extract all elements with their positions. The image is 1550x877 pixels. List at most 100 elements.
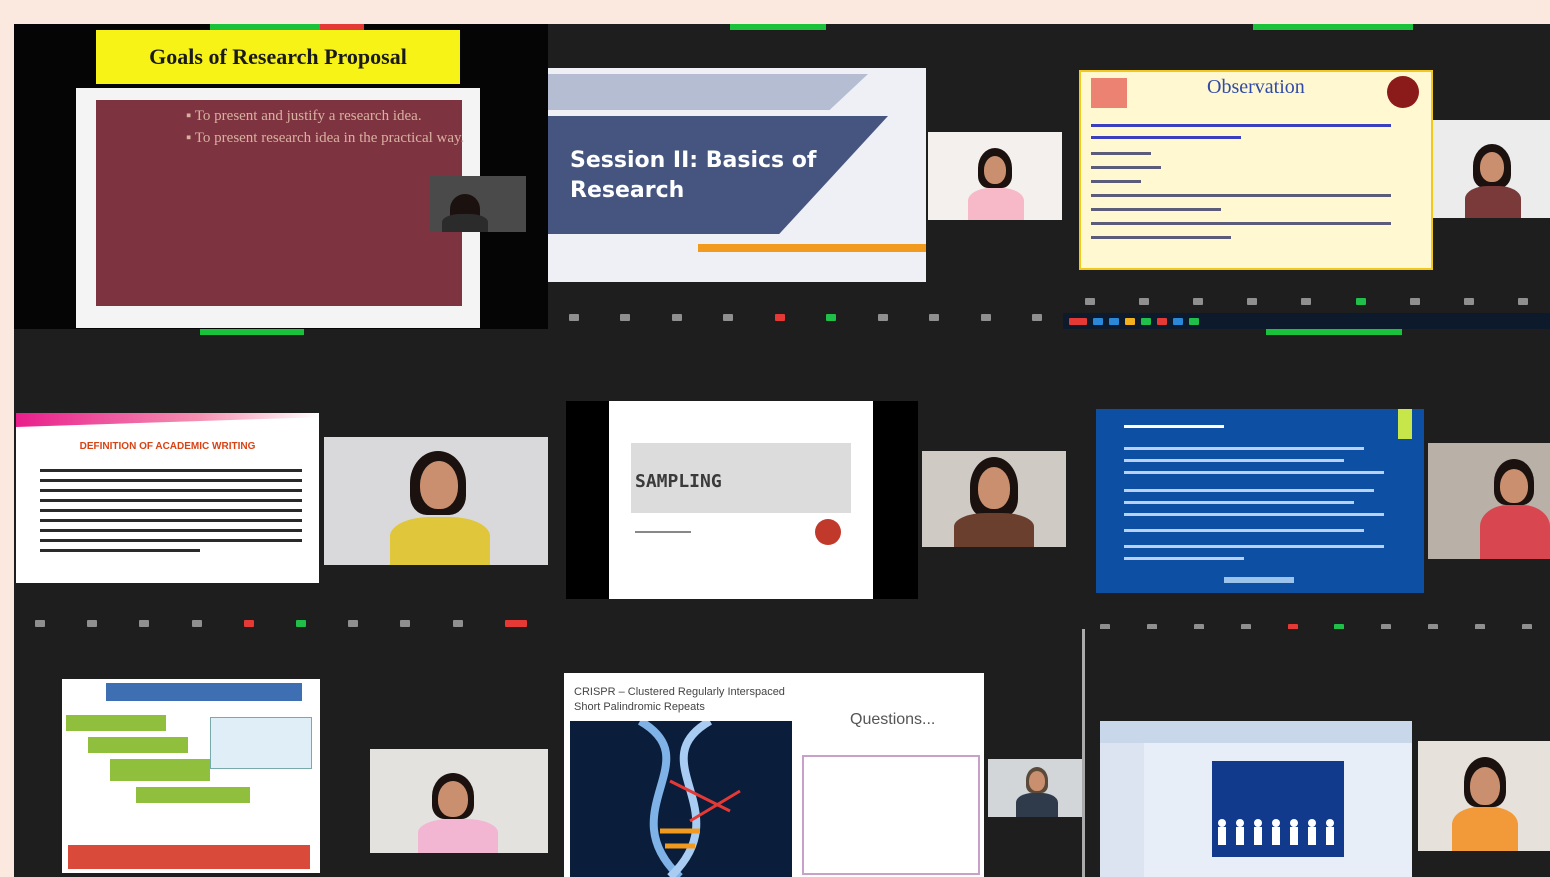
slide-title: Goals of Research Proposal <box>96 30 460 84</box>
slide-text-line <box>40 549 200 552</box>
tile-research-flowchart <box>14 629 548 877</box>
taskbar-app-icon[interactable] <box>1093 317 1103 325</box>
flowchart-box <box>110 759 210 781</box>
participant-body <box>442 214 488 232</box>
security-icon[interactable] <box>1193 297 1204 305</box>
participant-face <box>1029 771 1045 791</box>
slide-text-line <box>1091 180 1141 183</box>
participant-video-thumbnail[interactable] <box>430 176 526 232</box>
apps-icon[interactable] <box>1517 297 1528 305</box>
slide-text-line <box>1091 208 1221 211</box>
questions-box <box>802 755 980 875</box>
security-icon[interactable] <box>671 313 682 321</box>
flowchart-box <box>88 737 188 753</box>
taskbar-app-icon[interactable] <box>1157 317 1167 325</box>
tile-session-basics-of-research: Session II: Basics of Research <box>548 24 1063 329</box>
share-screen-icon[interactable] <box>1355 297 1366 305</box>
flowchart-box <box>136 787 250 803</box>
tile-sampling: SAMPLING <box>548 329 1082 629</box>
slide-logo-left <box>1091 78 1127 108</box>
apps-icon[interactable] <box>452 619 463 627</box>
record-icon[interactable] <box>348 619 359 627</box>
meeting-top-bar <box>548 24 1063 38</box>
record-icon[interactable] <box>1409 297 1420 305</box>
tile-field-research <box>1082 629 1550 877</box>
reactions-icon[interactable] <box>1463 297 1474 305</box>
participant-video[interactable] <box>1418 741 1550 851</box>
slide-text-line <box>40 509 302 512</box>
security-icon[interactable] <box>139 619 150 627</box>
chat-icon[interactable] <box>774 313 785 321</box>
slide-bullet: ▪ To present research idea in the practi… <box>186 130 465 146</box>
dna-image <box>570 717 792 877</box>
participant-body <box>1465 186 1521 218</box>
tile-questionnaire <box>1082 329 1550 629</box>
slide-text-line <box>40 499 302 502</box>
meeting-toolbar <box>548 307 1063 327</box>
slide-title: CRISPR – Clustered Regularly Interspaced… <box>574 686 785 713</box>
participant-video[interactable] <box>1428 443 1550 559</box>
slide-title-bar <box>106 683 302 701</box>
participant-body <box>1480 505 1550 559</box>
slide-bullet: ▪ To present and justify a research idea… <box>186 108 422 124</box>
shared-slide: Observation <box>1079 70 1433 270</box>
shared-slide: Session II: Basics of Research <box>548 68 926 282</box>
slide-text-line <box>1091 136 1241 139</box>
share-screen-icon[interactable] <box>296 619 307 627</box>
mic-icon[interactable] <box>35 619 46 627</box>
taskbar-app-icon[interactable] <box>1109 317 1119 325</box>
slide-text-line <box>40 529 302 532</box>
people-chain-icon <box>1218 819 1334 845</box>
slide-title: Session II: Basics of Research <box>570 148 817 203</box>
slide-header-decoration <box>16 413 319 427</box>
taskbar-app-icon[interactable] <box>1141 317 1151 325</box>
reactions-icon[interactable] <box>400 619 411 627</box>
slide-accent-bar <box>698 244 926 252</box>
slide-heading-line <box>1124 425 1224 428</box>
participant-video-thumbnail[interactable] <box>928 132 1062 220</box>
slide-text-line <box>40 519 302 522</box>
participant-video[interactable] <box>370 749 548 853</box>
end-button[interactable] <box>504 619 527 627</box>
share-screen-icon[interactable] <box>826 313 837 321</box>
flowchart-box <box>66 715 166 731</box>
chat-icon[interactable] <box>1301 297 1312 305</box>
slide-text-line <box>1124 489 1374 492</box>
video-icon[interactable] <box>620 313 631 321</box>
slide-decoration-dot <box>815 519 841 545</box>
questions-label: Questions... <box>850 711 936 728</box>
video-conference-grid: Goals of Research Proposal ▪ To present … <box>14 24 1550 877</box>
participant-video-thumbnail[interactable] <box>988 759 1082 817</box>
apps-icon[interactable] <box>980 313 991 321</box>
flowchart-options-list <box>210 717 312 769</box>
sharing-indicator-bar <box>730 24 826 30</box>
slide-text-line <box>1124 529 1364 532</box>
taskbar-app-icon[interactable] <box>1189 317 1199 325</box>
slide-title: SAMPLING <box>635 471 722 492</box>
slide-text-line <box>1091 166 1161 169</box>
record-icon[interactable] <box>877 313 888 321</box>
participant-body <box>1452 807 1518 851</box>
participant-video-thumbnail[interactable] <box>1433 120 1550 218</box>
video-icon[interactable] <box>1139 297 1150 305</box>
mic-icon[interactable] <box>568 313 579 321</box>
taskbar-app-icon[interactable] <box>1173 317 1183 325</box>
participants-icon[interactable] <box>191 619 202 627</box>
participant-video[interactable] <box>922 451 1066 547</box>
more-icon[interactable] <box>1032 313 1043 321</box>
participant-video[interactable] <box>324 437 548 565</box>
participants-icon[interactable] <box>1247 297 1258 305</box>
reactions-icon[interactable] <box>929 313 940 321</box>
dna-helix-icon <box>637 717 741 877</box>
end-button[interactable] <box>1069 317 1087 325</box>
participants-icon[interactable] <box>723 313 734 321</box>
participant-body <box>968 188 1024 220</box>
slide-subtitle-line <box>635 531 691 533</box>
slide-title: DEFINITION OF ACADEMIC WRITING <box>79 441 256 452</box>
chat-icon[interactable] <box>243 619 254 627</box>
taskbar-app-icon[interactable] <box>1125 317 1135 325</box>
sharing-indicator-bar <box>1266 329 1402 335</box>
mic-icon[interactable] <box>1085 297 1096 305</box>
video-icon[interactable] <box>87 619 98 627</box>
slide-text-line <box>1124 557 1244 560</box>
